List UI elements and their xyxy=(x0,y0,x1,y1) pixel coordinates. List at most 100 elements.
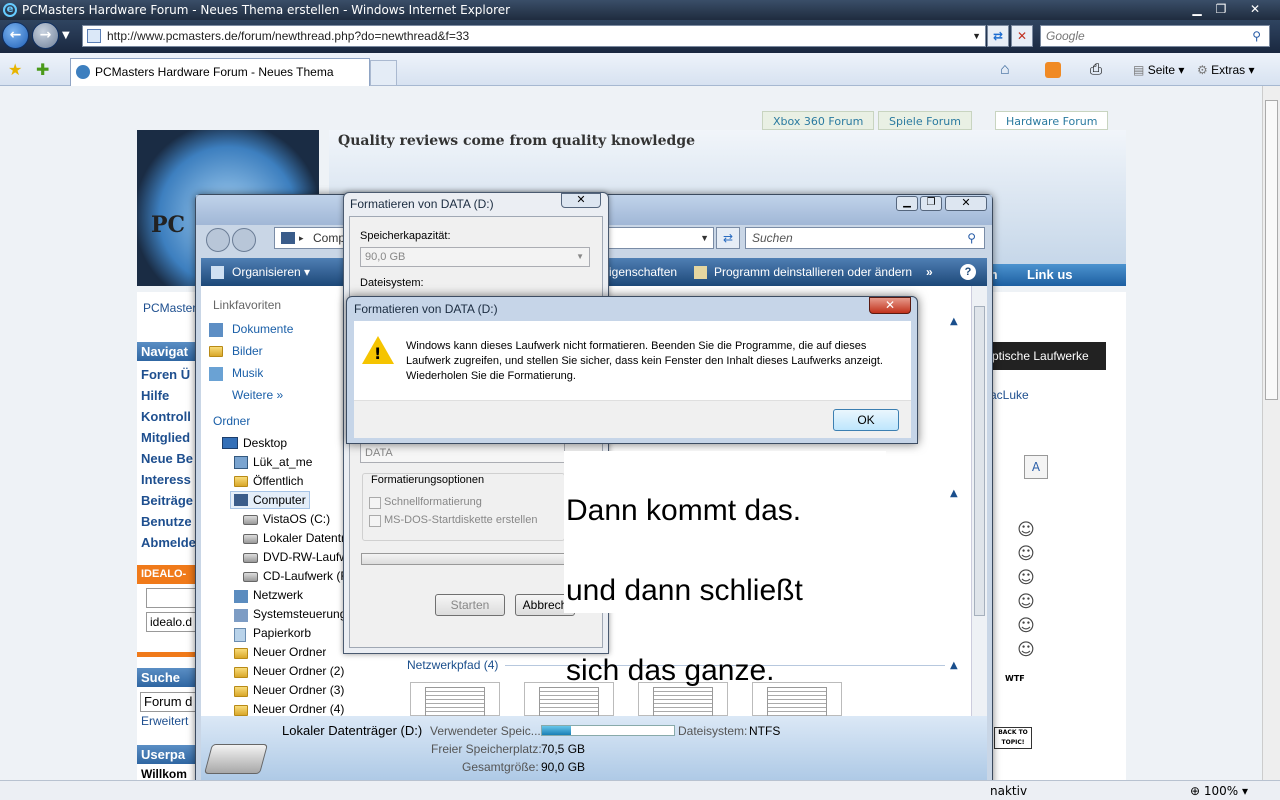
tree-public[interactable]: Öffentlich xyxy=(253,473,303,489)
capacity-select[interactable]: 90,0 GB ▼ xyxy=(360,247,590,267)
explorer-address-dropdown-icon[interactable]: ▼ xyxy=(700,228,709,248)
format-progress-bar xyxy=(361,553,565,565)
logo-text: PC xyxy=(151,212,186,238)
add-favorites-icon[interactable]: ✚ xyxy=(36,60,49,79)
tree-user[interactable]: Lük_at_me xyxy=(253,454,312,470)
username-link[interactable]: acLuke xyxy=(990,388,1029,402)
tree-new-folder[interactable]: Neuer Ordner xyxy=(253,644,326,660)
refresh-icon[interactable]: ⇄ xyxy=(987,25,1009,47)
home-icon[interactable]: ⌂ xyxy=(1000,60,1010,80)
nav-link-control[interactable]: Kontroll xyxy=(141,409,199,424)
page-scrollbar-thumb[interactable] xyxy=(1265,100,1278,400)
status-text: naktiv xyxy=(990,784,1028,798)
uninstall-button[interactable]: Programm deinstallieren oder ändern xyxy=(714,258,912,286)
quick-format-checkbox[interactable] xyxy=(369,497,381,509)
restore-icon[interactable]: ❐ xyxy=(1208,1,1234,18)
ie-search-input[interactable]: Google ⚲ xyxy=(1040,25,1270,47)
back-button[interactable]: ← xyxy=(2,22,29,49)
folders-heading[interactable]: Ordner xyxy=(213,413,250,429)
page-menu-label: Seite xyxy=(1147,63,1176,77)
wtf-smiley-label[interactable]: WTF xyxy=(1005,674,1025,683)
explorer-refresh-icon[interactable]: ⇄ xyxy=(716,227,740,249)
favorite-documents[interactable]: Dokumente xyxy=(232,321,293,337)
forum-search-input[interactable]: Forum d xyxy=(140,692,199,712)
idealo-domain-select[interactable]: idealo.d xyxy=(146,612,199,632)
explorer-back-button[interactable] xyxy=(206,228,230,252)
page-scrollbar[interactable] xyxy=(1262,86,1280,780)
back-to-topic-sign[interactable]: BACK TO TOPIC! xyxy=(994,727,1032,749)
nav-link-members[interactable]: Mitglied xyxy=(141,430,199,445)
explorer-scroll-thumb[interactable] xyxy=(974,306,985,616)
network-group-heading[interactable]: Netzwerkpfad (4) xyxy=(407,658,498,672)
error-dialog-title: Formatieren von DATA (D:) xyxy=(354,302,498,316)
tree-network[interactable]: Netzwerk xyxy=(253,587,303,603)
explorer-forward-button[interactable] xyxy=(232,228,256,252)
tab-pcmasters[interactable]: PCMasters Hardware Forum - Neues Thema e… xyxy=(70,58,370,105)
breadcrumb[interactable]: PCMaster xyxy=(143,301,199,315)
details-drive-name: Lokaler Datenträger (D:) xyxy=(282,723,423,738)
help-icon[interactable]: ? xyxy=(960,264,976,280)
site-tab-games[interactable]: Spiele Forum xyxy=(878,111,972,130)
nav-link-new-posts[interactable]: Neue Be xyxy=(141,451,199,466)
format-close-icon[interactable]: ✕ xyxy=(561,193,601,208)
error-close-icon[interactable]: ✕ xyxy=(869,297,911,314)
tree-new-folder-4[interactable]: Neuer Ordner (4) xyxy=(253,701,344,717)
start-button[interactable]: Starten xyxy=(435,594,505,616)
tree-new-folder-2[interactable]: Neuer Ordner (2) xyxy=(253,663,344,679)
recent-pages-dropdown-icon[interactable]: ▼ xyxy=(62,30,70,41)
explorer-maximize-icon[interactable]: ❐ xyxy=(920,196,942,211)
tools-menu[interactable]: ⚙ Extras ▾ xyxy=(1197,60,1254,80)
idealo-search-field[interactable] xyxy=(146,588,199,608)
tree-recycle-bin[interactable]: Papierkorb xyxy=(253,625,311,641)
close-icon[interactable]: ✕ xyxy=(1240,1,1270,18)
smilies-list[interactable]: ☺ ☺ ☺ ☺ ☺ ☺ xyxy=(1006,518,1046,662)
nav-link-help[interactable]: Hilfe xyxy=(141,388,199,403)
uninstall-icon xyxy=(694,266,707,279)
site-tab-xbox[interactable]: Xbox 360 Forum xyxy=(762,111,875,130)
tree-computer[interactable]: Computer xyxy=(253,492,306,508)
tree-new-folder-3[interactable]: Neuer Ordner (3) xyxy=(253,682,344,698)
zoom-level: 100% xyxy=(1203,784,1239,798)
explorer-search-icon[interactable]: ⚲ xyxy=(967,228,976,248)
favorite-pictures[interactable]: Bilder xyxy=(232,343,263,359)
address-dropdown-icon[interactable]: ▼ xyxy=(972,26,981,46)
nav-link-forums[interactable]: Foren Ü xyxy=(141,367,199,382)
font-size-icon[interactable]: A xyxy=(1024,455,1048,479)
page-menu[interactable]: ▤ Seite ▾ xyxy=(1133,60,1184,80)
forward-button[interactable]: → xyxy=(32,22,59,49)
stop-icon[interactable]: ✕ xyxy=(1011,25,1033,47)
toolbar-overflow-icon[interactable]: » xyxy=(926,258,933,286)
ok-button[interactable]: OK xyxy=(833,409,899,431)
link-us-link[interactable]: Link us xyxy=(1027,265,1073,285)
tree-drive-c[interactable]: VistaOS (C:) xyxy=(263,511,330,527)
new-tab-button[interactable] xyxy=(370,60,397,86)
nav-link-interests[interactable]: Interess xyxy=(141,472,199,487)
tree-desktop[interactable]: Desktop xyxy=(243,435,287,451)
favorites-star-icon[interactable]: ★ xyxy=(8,60,22,79)
volume-label-input[interactable]: DATA xyxy=(360,443,565,463)
collapse-group-icon[interactable]: ▲ xyxy=(950,316,958,327)
nav-link-user[interactable]: Benutze xyxy=(141,514,199,529)
address-bar[interactable]: http://www.pcmasters.de/forum/newthread.… xyxy=(82,25,986,47)
rss-icon[interactable] xyxy=(1045,62,1061,78)
collapse-network-icon[interactable]: ▲ xyxy=(950,660,958,671)
more-favorites-link[interactable]: Weitere » xyxy=(232,387,283,403)
site-tab-hardware[interactable]: Hardware Forum xyxy=(995,111,1109,130)
advanced-search-link[interactable]: Erweitert xyxy=(141,714,199,728)
network-item-thumbnail[interactable] xyxy=(410,682,500,717)
print-icon[interactable]: ⎙ xyxy=(1090,60,1102,80)
zoom-control[interactable]: ⊕ 100% ▾ xyxy=(1190,782,1248,800)
explorer-minimize-icon[interactable]: ▁ xyxy=(896,196,918,211)
explorer-content-scrollbar[interactable] xyxy=(971,286,987,716)
nav-link-posts[interactable]: Beiträge xyxy=(141,493,199,508)
minimize-icon[interactable]: ▁ xyxy=(1184,1,1210,18)
properties-button[interactable]: igenschaften xyxy=(609,258,677,286)
msdos-checkbox[interactable] xyxy=(369,515,381,527)
search-icon[interactable]: ⚲ xyxy=(1252,26,1261,46)
organize-menu[interactable]: Organisieren ▾ xyxy=(232,258,310,286)
explorer-close-icon[interactable]: ✕ xyxy=(945,196,987,211)
nav-link-logout[interactable]: Abmelde xyxy=(141,535,199,550)
favorite-music[interactable]: Musik xyxy=(232,365,263,381)
collapse-group-2-icon[interactable]: ▲ xyxy=(950,488,958,499)
explorer-search-input[interactable]: Suchen ⚲ xyxy=(745,227,985,249)
